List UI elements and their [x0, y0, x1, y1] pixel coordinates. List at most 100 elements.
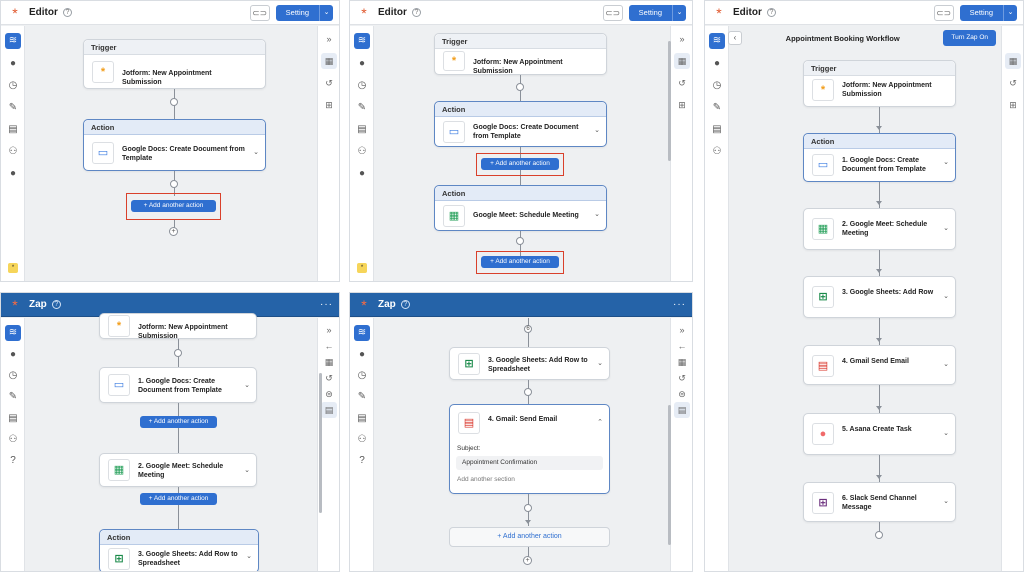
- action-node-gmail[interactable]: ▤ 4. Gmail Send Email ⌄: [803, 345, 956, 385]
- expand-icon[interactable]: »: [674, 322, 690, 338]
- stack-icon[interactable]: ⊜: [321, 386, 337, 402]
- layers-icon[interactable]: ≋: [5, 325, 21, 341]
- calendar-icon[interactable]: ▦: [674, 354, 690, 370]
- help-circle-icon[interactable]: ?: [5, 453, 21, 469]
- tree-icon[interactable]: ⚇: [5, 432, 21, 448]
- scrollbar[interactable]: [319, 373, 322, 513]
- action-node-slack[interactable]: ⊞ 6. Slack Send Channel Message ⌄: [803, 482, 956, 522]
- expand-icon[interactable]: »: [321, 322, 337, 338]
- layers-icon[interactable]: ≋: [354, 33, 370, 49]
- layers-icon[interactable]: ≋: [709, 33, 725, 49]
- add-action-button[interactable]: + Add another action: [481, 256, 559, 268]
- info-icon[interactable]: ●: [354, 347, 370, 363]
- trigger-node[interactable]: Trigger * Jotform: New Appointment Submi…: [434, 33, 607, 75]
- help-circle-icon[interactable]: ?: [354, 453, 370, 469]
- more-menu-icon[interactable]: ···: [673, 299, 686, 310]
- help-icon[interactable]: ?: [766, 8, 776, 17]
- action-node-docs[interactable]: ▭ 1. Google Docs: Create Document from T…: [99, 367, 257, 403]
- clock-icon[interactable]: ◷: [354, 78, 370, 94]
- chevron-down-icon[interactable]: ⌄: [943, 429, 949, 437]
- setting-button[interactable]: Setting: [275, 4, 319, 21]
- subject-input[interactable]: Appointment Confirmation: [456, 456, 603, 470]
- document-icon[interactable]: ▤: [354, 411, 370, 427]
- add-action-button[interactable]: + Add another action: [140, 416, 217, 428]
- help-icon[interactable]: ?: [411, 8, 421, 17]
- history-icon[interactable]: ↺: [674, 75, 690, 91]
- tree-icon[interactable]: ⚇: [354, 144, 370, 160]
- pen-icon[interactable]: ✎: [354, 389, 370, 405]
- calendar-icon[interactable]: ▦: [1005, 53, 1021, 69]
- pen-icon[interactable]: ✎: [5, 100, 21, 116]
- chevron-down-icon[interactable]: ⌄: [594, 126, 600, 134]
- tree-icon[interactable]: ⚇: [354, 432, 370, 448]
- trigger-node[interactable]: Trigger * Jotform: New Appointment Submi…: [803, 60, 956, 107]
- scrollbar[interactable]: [668, 405, 671, 545]
- plus-icon[interactable]: +: [523, 556, 532, 565]
- action-node[interactable]: Action ▭ Google Docs: Create Document fr…: [83, 119, 266, 171]
- chevron-down-icon[interactable]: ⌄: [244, 466, 250, 474]
- tree-icon[interactable]: ⚇: [5, 144, 21, 160]
- chevron-down-icon[interactable]: ⌄: [597, 359, 603, 367]
- link-icon[interactable]: ⊂⊃: [602, 4, 623, 21]
- grid-icon[interactable]: ⊞: [321, 97, 337, 113]
- more-menu-icon[interactable]: ···: [320, 299, 333, 310]
- action-node-sheets[interactable]: Action ⊞ 3. Google Sheets: Add Row to Sp…: [99, 529, 259, 571]
- pen-icon[interactable]: ✎: [354, 100, 370, 116]
- layers-icon[interactable]: ≋: [5, 33, 21, 49]
- action-node-meet[interactable]: Action ▦ Google Meet: Schedule Meeting ⌄: [434, 185, 607, 231]
- history-icon[interactable]: ↺: [1005, 75, 1021, 91]
- add-action-button[interactable]: + Add another action: [140, 493, 217, 505]
- document-icon[interactable]: ▤: [709, 122, 725, 138]
- turn-zap-on-button[interactable]: Turn Zap On: [943, 30, 996, 46]
- trigger-node[interactable]: * Jotform: New Appointment Submission: [99, 313, 257, 340]
- link-icon[interactable]: ⊂⊃: [933, 4, 954, 21]
- setting-button[interactable]: Setting: [959, 4, 1003, 21]
- add-action-button[interactable]: + Add another action: [131, 200, 216, 212]
- info-circle-icon[interactable]: ●: [354, 166, 370, 182]
- info-icon[interactable]: ●: [5, 347, 21, 363]
- action-node-gmail-expanded[interactable]: ▤ 4. Gmail: Send Email ⌃ Subject: Appoin…: [449, 404, 610, 494]
- action-node-asana[interactable]: ● 5. Asana Create Task ⌄: [803, 413, 956, 455]
- info-circle-icon[interactable]: ●: [5, 166, 21, 182]
- clock-icon[interactable]: ◷: [709, 78, 725, 94]
- clock-icon[interactable]: ◷: [354, 368, 370, 384]
- layers-icon[interactable]: ≋: [354, 325, 370, 341]
- action-node-sheets[interactable]: ⊞ 3. Google Sheets: Add Row ⌄: [803, 276, 956, 318]
- document-icon[interactable]: ▤: [354, 122, 370, 138]
- document-icon[interactable]: ▤: [5, 411, 21, 427]
- help-icon[interactable]: ?: [62, 8, 72, 17]
- add-action-placeholder[interactable]: + Add another action: [449, 527, 610, 547]
- chevron-down-icon[interactable]: ⌄: [253, 148, 259, 156]
- scrollbar[interactable]: [668, 41, 671, 161]
- chevron-down-icon[interactable]: ⌄: [319, 4, 333, 21]
- info-icon[interactable]: ●: [354, 56, 370, 72]
- chevron-down-icon[interactable]: ⌄: [594, 210, 600, 218]
- help-icon[interactable]: ?: [51, 300, 61, 309]
- info-icon[interactable]: ●: [5, 56, 21, 72]
- link-icon[interactable]: ⊂⊃: [249, 4, 270, 21]
- plus-icon[interactable]: +: [169, 227, 178, 236]
- expand-icon[interactable]: »: [321, 31, 337, 47]
- calendar-icon[interactable]: ▦: [321, 53, 337, 69]
- arrow-left-icon[interactable]: ←: [321, 338, 337, 354]
- stack-icon[interactable]: ⊜: [674, 386, 690, 402]
- history-icon[interactable]: ↺: [674, 370, 690, 386]
- history-icon[interactable]: ↺: [321, 75, 337, 91]
- action-node-sheets[interactable]: ⊞ 3. Google Sheets: Add Row to Spreadshe…: [449, 347, 610, 380]
- add-section-link[interactable]: Add another section: [457, 476, 515, 483]
- info-icon[interactable]: ●: [709, 56, 725, 72]
- grid-icon[interactable]: ⊞: [1005, 97, 1021, 113]
- grid-icon[interactable]: ⊞: [674, 97, 690, 113]
- chevron-down-icon[interactable]: ⌄: [943, 360, 949, 368]
- action-node-meet[interactable]: ▦ 2. Google Meet: Schedule Meeting ⌄: [99, 453, 257, 487]
- chevron-down-icon[interactable]: ⌄: [244, 381, 250, 389]
- clock-icon[interactable]: ◷: [5, 78, 21, 94]
- calendar-icon[interactable]: ▦: [674, 53, 690, 69]
- pen-icon[interactable]: ✎: [5, 389, 21, 405]
- document-icon[interactable]: ▤: [321, 402, 337, 418]
- help-icon[interactable]: ?: [400, 300, 410, 309]
- chevron-down-icon[interactable]: ⌄: [943, 158, 949, 166]
- chevron-up-icon[interactable]: ⌃: [597, 418, 603, 426]
- action-node-docs[interactable]: Action ▭ Google Docs: Create Document fr…: [434, 101, 607, 147]
- chevron-down-icon[interactable]: ⌄: [672, 4, 686, 21]
